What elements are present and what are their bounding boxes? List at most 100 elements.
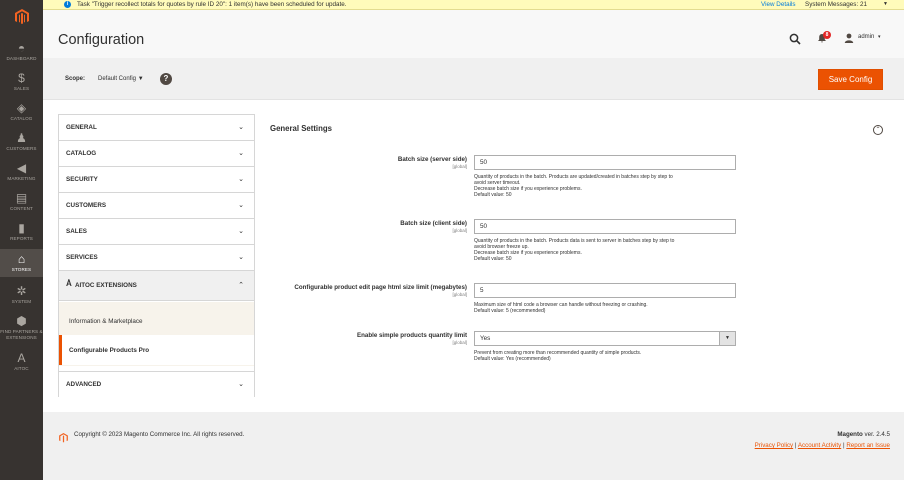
tab-services[interactable]: SERVICES ⌄ bbox=[59, 245, 254, 271]
tab-advanced[interactable]: ADVANCED ⌄ bbox=[59, 371, 254, 397]
help-icon[interactable]: ? bbox=[160, 73, 172, 85]
sidebar-item-marketing[interactable]: ◀ MARKETING bbox=[0, 162, 43, 192]
search-icon[interactable] bbox=[789, 32, 801, 45]
sidebar-item-information-marketplace[interactable]: Information & Marketplace bbox=[59, 306, 254, 336]
gear-icon: ✲ bbox=[16, 284, 27, 298]
collapse-icon[interactable]: ⌃ bbox=[873, 125, 883, 135]
sidebar-item-dashboard[interactable]: ◓ DASHBOARD bbox=[0, 42, 43, 72]
sidebar-item-content[interactable]: ▤ CONTENT bbox=[0, 192, 43, 222]
system-message-bar: i Task "Trigger recollect totals for quo… bbox=[43, 0, 904, 10]
sidebar-item-sales[interactable]: $ SALES bbox=[0, 72, 43, 102]
save-config-button[interactable]: Save Config bbox=[818, 69, 883, 90]
sidebar-item-system[interactable]: ✲ SYSTEM bbox=[0, 285, 43, 315]
account-activity-link[interactable]: Account Activity bbox=[798, 442, 841, 449]
scope-switcher[interactable]: Default Config ▼ bbox=[98, 76, 144, 82]
sidebar-item-label: SALES bbox=[13, 86, 30, 91]
note-line: Default value: Yes (recommended) bbox=[474, 356, 551, 363]
batch-size-client-input[interactable]: 50 bbox=[474, 219, 736, 234]
note-line: Default value: 5 (recommended) bbox=[474, 308, 546, 315]
user-menu[interactable]: admin bbox=[858, 34, 874, 40]
tab-label: SALES bbox=[66, 228, 87, 235]
sidebar-item-customers[interactable]: ♟ CUSTOMERS bbox=[0, 132, 43, 162]
field-label: Batch size (server side) bbox=[397, 156, 467, 163]
note-line: Default value: 50 bbox=[474, 192, 512, 199]
chevron-down-icon: ⌄ bbox=[238, 150, 244, 157]
chevron-down-icon: ⌄ bbox=[238, 124, 244, 131]
field-scope: [global] bbox=[452, 340, 467, 345]
chevron-down-icon: ⌄ bbox=[238, 176, 244, 183]
tab-label: GENERAL bbox=[66, 124, 97, 131]
batch-size-server-input[interactable]: 50 bbox=[474, 155, 736, 170]
sidebar-item-label: FIND PARTNERS & EXTENSIONS bbox=[0, 329, 43, 340]
html-size-limit-input[interactable]: 5 bbox=[474, 283, 736, 298]
chevron-down-icon: ⌄ bbox=[238, 202, 244, 209]
chevron-down-icon: ▼ bbox=[719, 332, 735, 345]
subitem-label: Information & Marketplace bbox=[69, 318, 143, 325]
brand-name: Magento bbox=[837, 431, 863, 438]
dollar-icon: $ bbox=[18, 71, 25, 85]
dashboard-icon: ◓ bbox=[17, 41, 26, 55]
sidebar-item-label: CUSTOMERS bbox=[6, 146, 37, 151]
sidebar-item-label: AITOC bbox=[14, 366, 29, 371]
cube-icon: ◈ bbox=[16, 101, 27, 115]
store-icon: ⌂ bbox=[17, 252, 26, 266]
copyright-text: Copyright © 2023 Magento Commerce Inc. A… bbox=[74, 431, 245, 438]
sidebar-item-configurable-products-pro[interactable]: Configurable Products Pro bbox=[59, 335, 254, 365]
system-messages-toggle[interactable]: System Messages: 21 bbox=[805, 0, 867, 9]
chevron-down-icon[interactable]: ▼ bbox=[883, 0, 888, 9]
sidebar-item-reports[interactable]: ▮ REPORTS bbox=[0, 222, 43, 252]
tab-label: CUSTOMERS bbox=[66, 202, 107, 209]
field-scope: [global] bbox=[452, 292, 467, 297]
sidebar-item-stores[interactable]: ⌂ STORES bbox=[0, 249, 43, 277]
quantity-limit-select[interactable]: Yes ▼ bbox=[474, 331, 736, 346]
section-title[interactable]: General Settings bbox=[270, 124, 332, 133]
tab-general[interactable]: GENERAL ⌄ bbox=[59, 115, 254, 141]
person-icon: ♟ bbox=[16, 131, 27, 145]
aitoc-icon: A bbox=[17, 351, 26, 365]
megaphone-icon: ◀ bbox=[16, 161, 27, 175]
field-note: Prevent from creating more than recommen… bbox=[474, 350, 739, 362]
page-title: Configuration bbox=[58, 32, 145, 48]
tab-label: SERVICES bbox=[66, 254, 98, 261]
sidebar-item-aitoc[interactable]: A AITOC bbox=[0, 352, 43, 382]
footer-links: Privacy Policy | Account Activity | Repo… bbox=[755, 442, 890, 449]
note-line: Default value: 50 bbox=[474, 256, 512, 263]
view-details-link[interactable]: View Details bbox=[761, 0, 796, 9]
privacy-policy-link[interactable]: Privacy Policy bbox=[755, 442, 794, 449]
tab-catalog[interactable]: CATALOG ⌄ bbox=[59, 141, 254, 167]
field-note: Quantity of products in the batch. Produ… bbox=[474, 174, 739, 198]
magento-logo-icon bbox=[59, 430, 68, 443]
magento-logo-icon[interactable] bbox=[0, 0, 43, 34]
chevron-up-icon: ⌃ bbox=[238, 282, 244, 289]
puzzle-icon: ⬢ bbox=[16, 314, 27, 328]
report-issue-link[interactable]: Report an Issue bbox=[846, 442, 890, 449]
tab-label: AITOC EXTENSIONS bbox=[75, 282, 137, 289]
tab-customers[interactable]: CUSTOMERS ⌄ bbox=[59, 193, 254, 219]
aitoc-subitems: Information & Marketplace Configurable P… bbox=[59, 302, 254, 366]
field-label: Enable simple products quantity limit bbox=[356, 332, 467, 339]
sidebar-item-label: MARKETING bbox=[7, 176, 36, 181]
tab-aitoc-extensions[interactable]: Ȧ AITOC EXTENSIONS ⌃ bbox=[59, 271, 254, 301]
field-note: Quantity of products in the batch. Produ… bbox=[474, 238, 739, 262]
sidebar-item-catalog[interactable]: ◈ CATALOG bbox=[0, 102, 43, 132]
sidebar-item-label: CONTENT bbox=[10, 206, 33, 211]
tab-sales[interactable]: SALES ⌄ bbox=[59, 219, 254, 245]
scope-bar: Scope: Default Config ▼ ? Save Config bbox=[43, 58, 904, 100]
chevron-down-icon: ⌄ bbox=[238, 381, 244, 388]
field-label: Batch size (client side) bbox=[400, 220, 467, 227]
field-label: Configurable product edit page html size… bbox=[294, 284, 467, 291]
field-scope: [global] bbox=[452, 228, 467, 233]
user-icon[interactable] bbox=[844, 33, 854, 45]
layout-icon: ▤ bbox=[15, 191, 28, 205]
chevron-down-icon[interactable]: ▾ bbox=[878, 34, 881, 40]
field-scope: [global] bbox=[452, 164, 467, 169]
scope-value: Default Config bbox=[98, 76, 137, 82]
info-icon: i bbox=[64, 1, 71, 8]
notification-count-badge: 8 bbox=[823, 31, 831, 39]
sidebar-item-find-partners-extensions[interactable]: ⬢ FIND PARTNERS & EXTENSIONS bbox=[0, 315, 43, 345]
aitoc-logo-icon: Ȧ bbox=[66, 279, 72, 288]
version-number: ver. 2.4.5 bbox=[864, 431, 890, 438]
system-message-text: Task "Trigger recollect totals for quote… bbox=[77, 1, 347, 8]
tab-security[interactable]: SECURITY ⌄ bbox=[59, 167, 254, 193]
sidebar-item-label: CATALOG bbox=[10, 116, 33, 121]
